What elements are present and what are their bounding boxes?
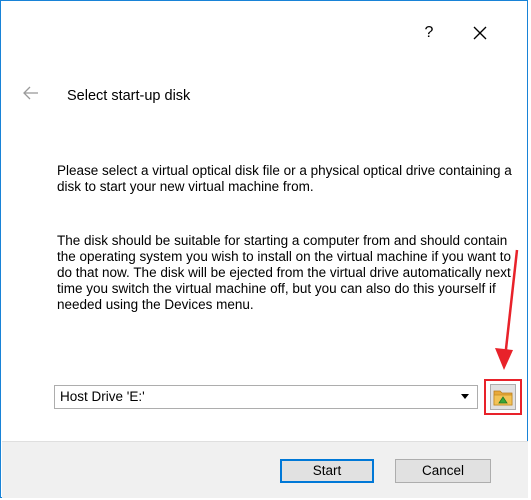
disk-select-value: Host Drive 'E:' <box>60 389 145 404</box>
help-button[interactable]: ? <box>417 21 441 45</box>
folder-icon <box>493 390 513 406</box>
start-button[interactable]: Start <box>280 459 374 483</box>
cancel-button[interactable]: Cancel <box>395 459 491 483</box>
dialog-footer: Start Cancel <box>2 441 528 498</box>
page-title: Select start-up disk <box>67 88 191 104</box>
close-icon <box>473 26 487 40</box>
start-up-disk-dialog: ? Select start-up disk Please select a v… <box>0 0 528 498</box>
back-arrow-icon <box>23 86 38 100</box>
instruction-paragraph: Please select a virtual optical disk fil… <box>57 163 512 194</box>
disk-select-dropdown[interactable]: Host Drive 'E:' <box>54 385 478 409</box>
chevron-down-icon <box>461 394 469 399</box>
close-button[interactable] <box>465 18 495 48</box>
disk-info-paragraph: The disk should be suitable for starting… <box>57 233 511 312</box>
back-button[interactable] <box>21 85 41 101</box>
browse-disk-button[interactable] <box>490 384 516 410</box>
